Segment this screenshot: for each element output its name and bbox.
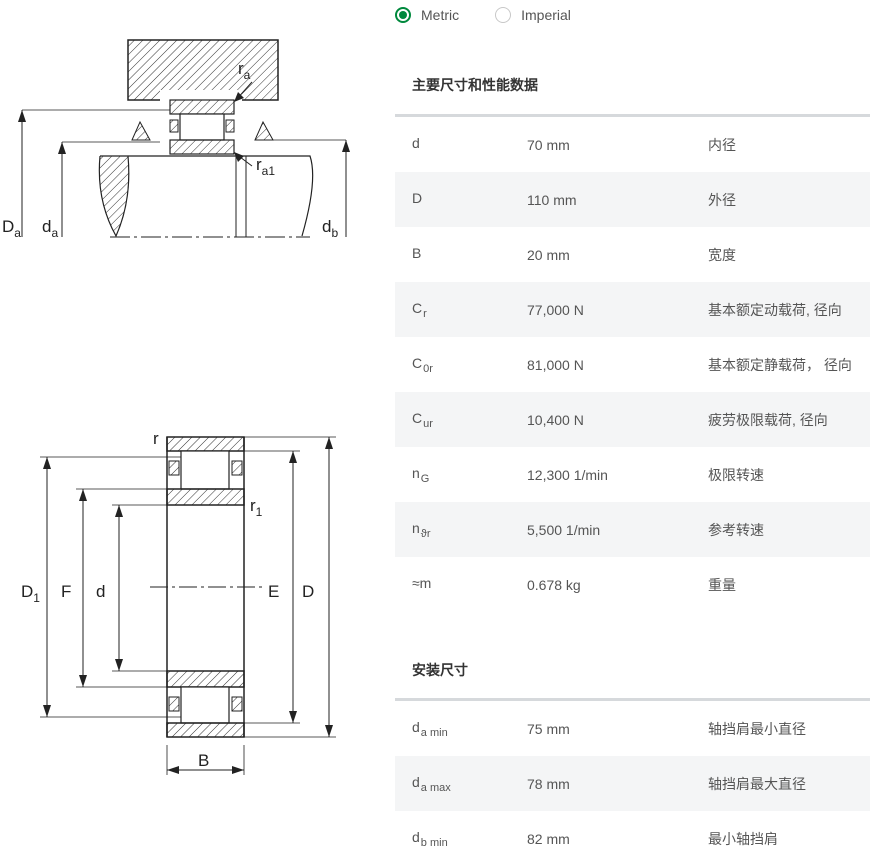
parameter-symbol: D — [412, 189, 423, 206]
section-title: 主要尺寸和性能数据 — [412, 77, 538, 93]
main-dimensions-section: 主要尺寸和性能数据 d 70 mm 内径 D 110 mm 外径 B 20 mm 宽度 Cr 77,… — [395, 70, 870, 612]
parameter-description: 最小轴挡肩 — [708, 830, 778, 847]
parameter-value: 75 mm — [527, 720, 570, 737]
label-d: d — [96, 582, 105, 601]
label-r1: r1 — [250, 496, 263, 519]
parameter-description: 重量 — [708, 576, 736, 593]
label-ra1: ra1 — [256, 155, 275, 178]
table-row: nϑr 5,500 1/min 参考转速 — [395, 502, 870, 557]
parameter-description: 参考转速 — [708, 521, 764, 538]
parameter-description: 疲劳极限载荷, 径向 — [708, 411, 828, 428]
label-db: db — [322, 217, 338, 240]
table-row: Cur 10,400 N 疲劳极限载荷, 径向 — [395, 392, 870, 447]
parameter-value: 20 mm — [527, 246, 570, 263]
label-r: r — [153, 429, 159, 448]
table-row: nG 12,300 1/min 极限转速 — [395, 447, 870, 502]
table-row: D 110 mm 外径 — [395, 172, 870, 227]
radio-label: Metric — [421, 7, 460, 23]
radio-imperial[interactable]: Imperial — [495, 7, 571, 23]
parameter-description: 轴挡肩最大直径 — [708, 775, 806, 792]
radio-unchecked-icon — [495, 7, 512, 23]
parameter-value: 110 mm — [527, 191, 577, 208]
parameter-description: 外径 — [708, 191, 736, 208]
parameter-value: 70 mm — [527, 136, 570, 153]
parameter-description: 基本额定静载荷， 径向 — [708, 356, 852, 373]
parameter-symbol: db min — [412, 828, 448, 849]
parameter-value: 78 mm — [527, 775, 570, 792]
parameter-symbol: C0r — [412, 354, 433, 375]
parameter-description: 极限转速 — [708, 466, 764, 483]
table-row: B 20 mm 宽度 — [395, 227, 870, 282]
parameter-description: 宽度 — [708, 246, 736, 263]
radio-metric[interactable]: Metric — [395, 7, 459, 23]
label-D1: D1 — [21, 582, 40, 605]
parameter-symbol: ≈m — [412, 574, 432, 591]
radio-checked-icon — [395, 7, 411, 23]
parameter-symbol: nϑr — [412, 519, 431, 540]
section-title: 安装尺寸 — [412, 662, 468, 678]
label-B: B — [198, 751, 209, 770]
label-Da: Da — [2, 217, 21, 240]
parameter-value: 82 mm — [527, 830, 570, 847]
table-row: Cr 77,000 N 基本额定动载荷, 径向 — [395, 282, 870, 337]
parameter-symbol: Cr — [412, 299, 427, 320]
unit-selector: Metric Imperial — [395, 4, 571, 26]
table-row: da min 75 mm 轴挡肩最小直径 — [395, 701, 870, 756]
parameter-value: 12,300 1/min — [527, 466, 608, 483]
parameter-description: 轴挡肩最小直径 — [708, 720, 806, 737]
label-E: E — [268, 582, 279, 601]
parameter-value: 5,500 1/min — [527, 521, 601, 538]
parameter-value: 77,000 N — [527, 301, 584, 318]
parameter-description: 内径 — [708, 136, 736, 153]
parameter-description: 基本额定动载荷, 径向 — [708, 301, 842, 318]
dimensions-table: d 70 mm 内径 D 110 mm 外径 B 20 mm 宽度 Cr 77,000 N 基本额定动… — [395, 117, 870, 612]
table-row: d 70 mm 内径 — [395, 117, 870, 172]
table-row: da max 78 mm 轴挡肩最大直径 — [395, 756, 870, 811]
label-D: D — [302, 582, 314, 601]
label-da: da — [42, 217, 58, 240]
parameter-symbol: da max — [412, 773, 451, 794]
parameter-symbol: B — [412, 244, 422, 261]
mounting-dimensions-drawing: ra ra1 Da da db — [2, 39, 350, 240]
table-row: db min 82 mm 最小轴挡肩 — [395, 811, 870, 866]
label-F: F — [61, 582, 71, 601]
parameter-symbol: d — [412, 134, 420, 151]
parameter-symbol: Cur — [412, 409, 433, 430]
radio-label: Imperial — [521, 7, 571, 23]
mounting-dimensions-section: 安装尺寸 da min 75 mm 轴挡肩最小直径 da max 78 mm 轴挡肩最大直… — [395, 655, 870, 866]
table-row: C0r 81,000 N 基本额定静载荷， 径向 — [395, 337, 870, 392]
parameter-value: 0.678 kg — [527, 576, 581, 593]
parameter-symbol: nG — [412, 464, 430, 485]
bearing-cross-section-drawing: r r1 D1 F d E D B — [21, 429, 336, 775]
parameter-symbol: da min — [412, 718, 448, 739]
parameter-value: 81,000 N — [527, 356, 584, 373]
parameter-value: 10,400 N — [527, 411, 584, 428]
mounting-table: da min 75 mm 轴挡肩最小直径 da max 78 mm 轴挡肩最大直径 db m… — [395, 701, 870, 866]
table-row: ≈m 0.678 kg 重量 — [395, 557, 870, 612]
